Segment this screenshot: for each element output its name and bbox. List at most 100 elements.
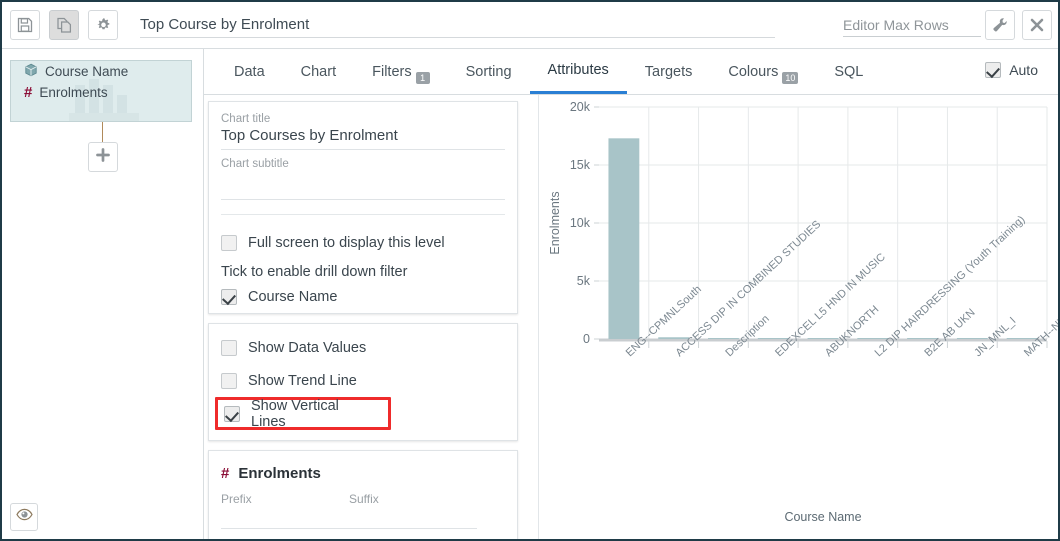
- measure-section-header: # Enrolments: [209, 451, 517, 482]
- bar[interactable]: [658, 337, 690, 339]
- chart-display-options-card: Show Data Values Show Trend Line Show Ve…: [208, 323, 518, 441]
- x-tick-label: B2E AB UKN: [922, 307, 977, 360]
- show-trend-line-option[interactable]: Show Trend Line: [209, 364, 517, 397]
- bar[interactable]: [708, 338, 739, 339]
- measure-section-title: Enrolments: [238, 465, 321, 482]
- save-button[interactable]: [10, 10, 40, 40]
- tab-label: Attributes: [547, 62, 609, 78]
- tree-connector-line: [102, 122, 103, 142]
- tree-node-dimension-label: Course Name: [45, 64, 129, 79]
- drilldown-course-name-option[interactable]: Course Name: [209, 282, 517, 311]
- chart-subtitle-label: Chart subtitle: [221, 158, 289, 170]
- close-x-icon: [1029, 17, 1045, 33]
- chart-subtitle-underline: [221, 198, 505, 200]
- tab-data[interactable]: Data: [216, 49, 283, 94]
- tab-label: Chart: [300, 63, 337, 80]
- bar-chart[interactable]: 05k10k15k20kENG--CPMNLSouthACCESS DIP IN…: [539, 95, 1058, 539]
- chart-preview: 0 5k 10k 15k 20k ENG--CPMNLSouth ACCESS DIP IN…: [538, 95, 1058, 539]
- chart-subtitle-field[interactable]: Chart subtitle: [209, 150, 517, 200]
- tab-badge: 10: [782, 72, 799, 84]
- chart-title-label: Chart title: [221, 113, 271, 125]
- x-tick-label: Description: [723, 313, 771, 359]
- prefix-label: Prefix: [221, 492, 252, 506]
- tree-node-measure-row: # Enrolments: [11, 82, 191, 103]
- prefix-field[interactable]: Prefix: [221, 492, 349, 529]
- show-trend-line-checkbox[interactable]: [221, 372, 237, 389]
- hash-icon: #: [221, 465, 230, 482]
- bar[interactable]: [857, 338, 889, 339]
- tab-list: Data Chart Filters 1 Sorting Attributes Target…: [216, 49, 881, 95]
- show-vertical-lines-label: Show Vertical Lines: [251, 397, 339, 430]
- tab-colours[interactable]: Colours 10: [710, 49, 816, 94]
- prefix-suffix-row: Prefix Suffix: [209, 482, 517, 529]
- fullscreen-option[interactable]: Full screen to display this level: [209, 228, 517, 257]
- bar[interactable]: [608, 138, 640, 339]
- hash-icon: #: [24, 84, 33, 101]
- tab-targets[interactable]: Targets: [627, 49, 711, 94]
- drilldown-course-name-checkbox[interactable]: [221, 288, 237, 305]
- tab-sql[interactable]: SQL: [816, 49, 881, 94]
- suffix-field[interactable]: Suffix: [349, 492, 477, 529]
- suffix-underline: [349, 527, 477, 529]
- floppy-disk-icon: [17, 17, 33, 33]
- tab-label: Filters: [372, 63, 412, 80]
- tools-button[interactable]: [985, 10, 1015, 40]
- fullscreen-label: Full screen to display this level: [248, 234, 445, 251]
- bar[interactable]: [1006, 338, 1038, 339]
- chart-text-card: Chart title Top Courses by Enrolment Cha…: [208, 101, 518, 314]
- tab-label: Data: [234, 63, 265, 80]
- y-tick-label: 10k: [570, 216, 591, 230]
- chart-title-field[interactable]: Chart title Top Courses by Enrolment: [209, 102, 517, 150]
- x-axis-title: Course Name: [784, 510, 861, 524]
- bar[interactable]: [956, 338, 988, 339]
- auto-label: Auto: [1009, 62, 1038, 78]
- copy-button[interactable]: [49, 10, 79, 40]
- bar[interactable]: [757, 338, 789, 339]
- tab-label: Colours: [728, 63, 779, 80]
- show-data-values-option[interactable]: Show Data Values: [209, 331, 517, 364]
- add-level-button[interactable]: [88, 142, 118, 172]
- tab-label: Sorting: [465, 63, 512, 80]
- level-tree-sidebar: Course Name # Enrolments: [2, 49, 204, 539]
- eye-icon: [15, 508, 33, 526]
- bar[interactable]: [907, 338, 938, 339]
- copy-pages-icon: [56, 17, 73, 34]
- show-vertical-lines-checkbox[interactable]: [224, 405, 240, 422]
- preview-button[interactable]: [10, 503, 38, 531]
- suffix-label: Suffix: [349, 492, 379, 506]
- tree-node-course-name[interactable]: Course Name # Enrolments: [10, 60, 192, 122]
- tab-sorting[interactable]: Sorting: [448, 49, 530, 94]
- auto-refresh-toggle[interactable]: Auto: [985, 62, 1038, 78]
- editor-max-rows-input[interactable]: Editor Max Rows: [843, 15, 981, 37]
- gear-icon: [95, 17, 112, 34]
- show-trend-line-label: Show Trend Line: [248, 372, 357, 389]
- show-data-values-label: Show Data Values: [248, 339, 367, 356]
- show-vertical-lines-option[interactable]: Show Vertical Lines: [215, 397, 391, 430]
- top-toolbar: Top Course by Enrolment Editor Max Rows: [2, 2, 1058, 49]
- chart-title-input[interactable]: Top Courses by Enrolment: [221, 127, 505, 148]
- tab-attributes[interactable]: Attributes: [529, 49, 627, 94]
- auto-checkbox[interactable]: [985, 62, 1002, 78]
- tab-label: Targets: [644, 63, 693, 80]
- wrench-icon: [992, 17, 1009, 34]
- show-data-values-checkbox[interactable]: [221, 339, 237, 356]
- chart-editor-window: Top Course by Enrolment Editor Max Rows: [0, 0, 1060, 541]
- chart-subtitle-input[interactable]: [221, 172, 505, 198]
- tab-badge: 1: [415, 72, 430, 84]
- y-tick-label: 5k: [577, 274, 591, 288]
- fullscreen-checkbox[interactable]: [221, 234, 237, 251]
- y-tick-label: 0: [583, 332, 590, 346]
- bar[interactable]: [807, 338, 839, 339]
- tab-filters[interactable]: Filters 1: [354, 49, 447, 94]
- drilldown-course-name-label: Course Name: [248, 288, 338, 305]
- x-tick-label: JN_MNL_I: [972, 315, 1018, 359]
- measure-format-card: # Enrolments Prefix Suffix: [208, 450, 518, 539]
- cube-icon: [24, 63, 38, 80]
- y-axis-title: Enrolments: [548, 191, 562, 254]
- chart-name-input[interactable]: Top Course by Enrolment: [140, 14, 775, 38]
- editor-tabbar: Data Chart Filters 1 Sorting Attributes Target…: [204, 49, 1058, 95]
- tab-chart[interactable]: Chart: [283, 49, 354, 94]
- close-button[interactable]: [1022, 10, 1052, 40]
- prefix-underline: [221, 527, 349, 529]
- settings-button[interactable]: [88, 10, 118, 40]
